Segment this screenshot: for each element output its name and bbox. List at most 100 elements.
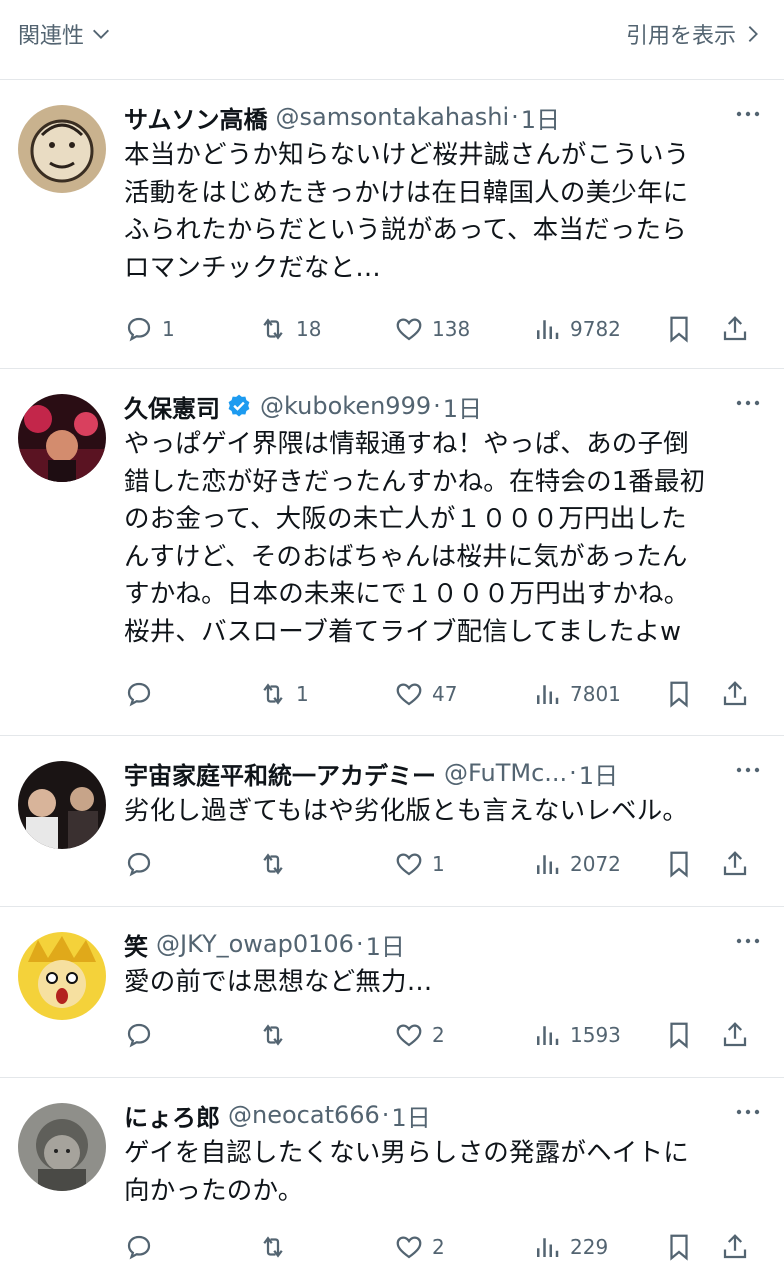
tweet-text: 愛の前では思想など無力…	[124, 967, 433, 997]
display-name[interactable]: サムソン高橋	[124, 100, 268, 135]
reply-tweet[interactable]: 宇宙家庭平和統一アカデミー @FuTMc... · 1日 劣化し過ぎてもはや劣化…	[0, 737, 784, 907]
tweet-header: にょろ郎 @neocat666 · 1日	[124, 1097, 766, 1133]
heart-icon	[396, 318, 422, 341]
more-options-icon[interactable]	[730, 99, 766, 129]
share-icon	[723, 1022, 747, 1047]
reply-button[interactable]	[124, 1015, 162, 1055]
avatar[interactable]	[18, 1103, 106, 1191]
user-handle[interactable]: @neocat666	[228, 1101, 380, 1129]
reply-tweet[interactable]: にょろ郎 @neocat666 · 1日 ゲイを自認したくない男らしさの発露がヘ…	[0, 1079, 784, 1280]
like-button[interactable]: 138	[394, 309, 470, 349]
bookmark-icon	[670, 851, 688, 878]
timestamp[interactable]: 1日	[391, 1098, 430, 1133]
views-button[interactable]: 1593	[532, 1015, 621, 1055]
reply-count: 1	[162, 317, 175, 341]
more-options-icon[interactable]	[730, 926, 766, 956]
avatar[interactable]	[18, 394, 106, 482]
tweet-text: 本当かどうか知らないけど桜井誠さんがこういう 活動をはじめたきっかけは在日韓国人…	[124, 140, 690, 283]
like-count: 2	[432, 1023, 445, 1047]
heart-icon	[396, 1024, 422, 1047]
view-count: 229	[570, 1235, 609, 1259]
tweet-text: 劣化し過ぎてもはや劣化版とも言えないレベル。	[124, 796, 689, 826]
like-count: 47	[432, 682, 458, 706]
bookmark-button[interactable]	[664, 674, 694, 714]
retweet-button[interactable]: 18	[258, 309, 321, 349]
separator-dot: ·	[381, 1101, 390, 1129]
like-button[interactable]: 1	[394, 844, 445, 884]
views-button[interactable]: 9782	[532, 309, 621, 349]
like-button[interactable]: 2	[394, 1227, 445, 1267]
tweet-header: サムソン高橋 @samsontakahashi · 1日	[124, 99, 766, 135]
reply-button[interactable]	[124, 1227, 162, 1267]
views-button[interactable]: 7801	[532, 674, 621, 714]
share-button[interactable]	[720, 1227, 750, 1267]
sort-dropdown[interactable]: 関連性	[18, 18, 112, 50]
display-name[interactable]: 久保憲司	[124, 389, 220, 424]
retweet-button[interactable]: 1	[258, 674, 309, 714]
bookmark-icon	[670, 1234, 688, 1261]
display-name[interactable]: 笑	[124, 927, 148, 962]
tweet-header: 久保憲司 @kuboken999 · 1日	[124, 388, 766, 424]
view-quotes-link[interactable]: 引用を表示	[626, 18, 762, 50]
like-button[interactable]: 2	[394, 1015, 445, 1055]
retweet-icon	[263, 1236, 283, 1258]
user-handle[interactable]: @samsontakahashi	[276, 103, 510, 131]
chevron-down-icon	[93, 29, 109, 39]
bookmark-button[interactable]	[664, 1015, 694, 1055]
views-button[interactable]: 229	[532, 1227, 608, 1267]
share-icon	[723, 316, 747, 341]
view-count: 1593	[570, 1023, 621, 1047]
timestamp[interactable]: 1日	[443, 389, 482, 424]
retweet-button[interactable]	[258, 844, 296, 884]
retweet-icon	[263, 853, 283, 875]
retweet-icon	[263, 1024, 283, 1046]
views-icon	[537, 320, 559, 339]
view-quotes-label: 引用を表示	[625, 24, 736, 49]
reply-tweet[interactable]: 久保憲司 @kuboken999 · 1日 やっぱゲイ界隈は情報通すね！やっぱ、…	[0, 370, 784, 736]
user-handle[interactable]: @kuboken999	[260, 392, 431, 420]
share-button[interactable]	[720, 674, 750, 714]
avatar[interactable]	[18, 761, 106, 849]
tweet-text: ゲイを自認したくない男らしさの発露がヘイトに 向かったのか。	[124, 1138, 689, 1206]
share-button[interactable]	[720, 1015, 750, 1055]
share-button[interactable]	[720, 309, 750, 349]
tweet-actions: 1 2072	[124, 844, 766, 884]
bookmark-button[interactable]	[664, 844, 694, 884]
user-handle[interactable]: @FuTMc...	[444, 759, 567, 787]
reply-icon	[127, 1023, 151, 1048]
avatar[interactable]	[18, 105, 106, 193]
avatar[interactable]	[18, 932, 106, 1020]
timestamp[interactable]: 1日	[366, 927, 405, 962]
heart-icon	[396, 683, 422, 706]
replies-toolbar: 関連性 引用を表示	[0, 0, 784, 80]
bookmark-button[interactable]	[664, 1227, 694, 1267]
reply-button[interactable]	[124, 674, 162, 714]
retweet-button[interactable]	[258, 1227, 296, 1267]
timestamp[interactable]: 1日	[521, 100, 560, 135]
more-options-icon[interactable]	[730, 388, 766, 418]
like-button[interactable]: 47	[394, 674, 457, 714]
timestamp[interactable]: 1日	[579, 756, 618, 791]
views-icon	[537, 1238, 559, 1257]
verified-badge-icon	[228, 394, 250, 417]
reply-tweet[interactable]: 笑 @JKY_owap0106 · 1日 愛の前では思想など無力… 2 1593	[0, 908, 784, 1078]
reply-button[interactable]	[124, 844, 162, 884]
separator-dot: ·	[511, 103, 519, 131]
more-options-icon[interactable]	[730, 755, 766, 785]
views-button[interactable]: 2072	[532, 844, 621, 884]
retweet-button[interactable]	[258, 1015, 296, 1055]
display-name[interactable]: 宇宙家庭平和統一アカデミー	[124, 756, 436, 791]
reply-button[interactable]: 1	[124, 309, 175, 349]
bookmark-icon	[670, 316, 688, 343]
bookmark-button[interactable]	[664, 309, 694, 349]
reply-tweet[interactable]: サムソン高橋 @samsontakahashi · 1日 本当かどうか知らないけ…	[0, 81, 784, 369]
separator-dot: ·	[355, 930, 364, 958]
user-handle[interactable]: @JKY_owap0106	[156, 930, 354, 958]
more-options-icon[interactable]	[730, 1097, 766, 1127]
share-button[interactable]	[720, 844, 750, 884]
display-name[interactable]: にょろ郎	[124, 1098, 220, 1133]
like-count: 138	[432, 317, 471, 341]
view-count: 7801	[570, 682, 621, 706]
like-count: 2	[432, 1235, 445, 1259]
tweet-header: 宇宙家庭平和統一アカデミー @FuTMc... · 1日	[124, 755, 766, 791]
